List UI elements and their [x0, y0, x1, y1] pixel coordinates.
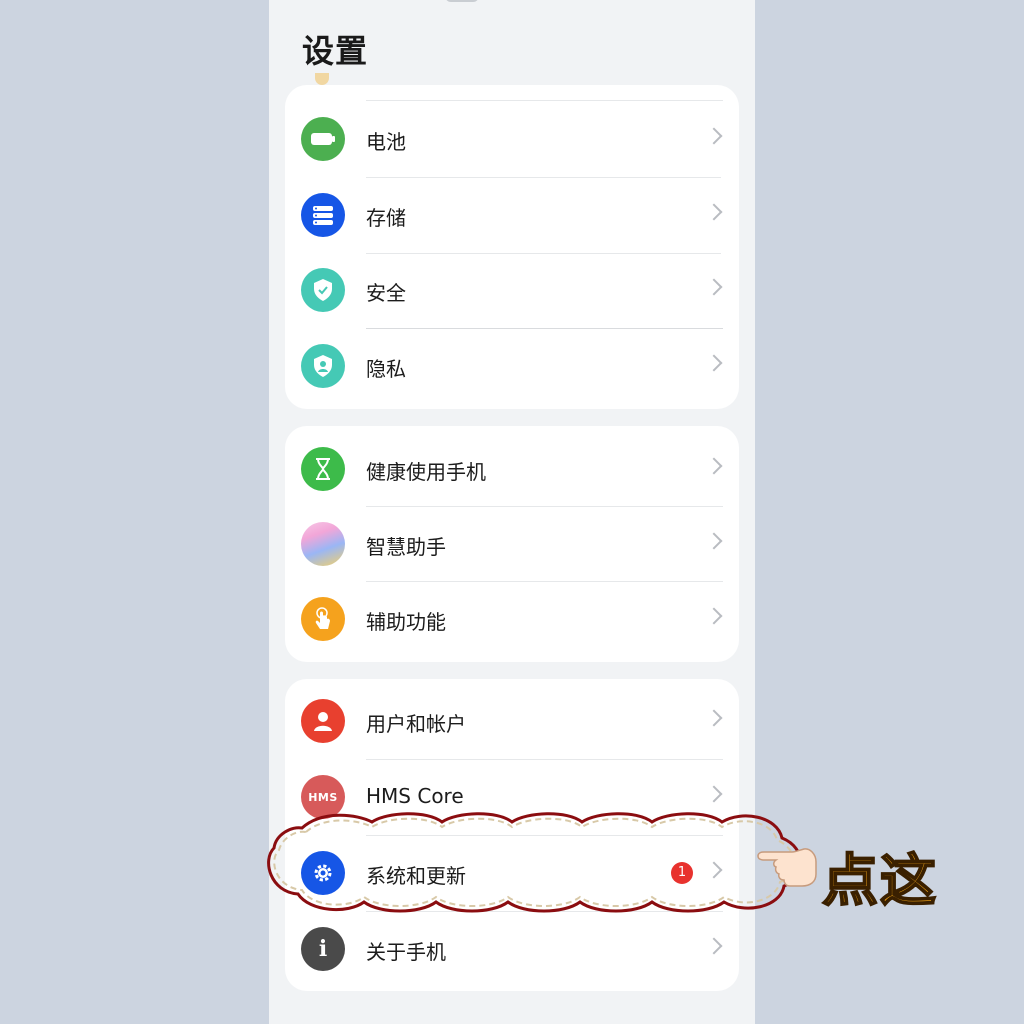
status-indicator — [445, 0, 479, 2]
annotation-label: 点这 — [821, 848, 938, 915]
settings-item-smart-assistant[interactable]: 智慧助手 — [285, 507, 739, 582]
hourglass-icon — [301, 447, 345, 491]
settings-item-security[interactable]: 安全 — [285, 253, 739, 328]
chevron-right-icon — [705, 937, 723, 955]
battery-icon — [301, 117, 345, 161]
info-icon: i — [301, 927, 345, 971]
pointing-hand-icon — [757, 848, 817, 887]
chevron-right-icon — [705, 127, 723, 145]
hand-tap-icon — [301, 597, 345, 641]
chevron-right-icon — [705, 354, 723, 372]
settings-item-label: 电池 — [366, 130, 406, 154]
settings-item-privacy[interactable]: 隐私 — [285, 329, 739, 404]
chevron-right-icon — [705, 709, 723, 727]
settings-item-label: 用户和帐户 — [366, 712, 466, 736]
hms-icon-text: HMS — [308, 790, 338, 804]
settings-item-digital-balance[interactable]: 健康使用手机 — [285, 432, 739, 507]
settings-item-accessibility[interactable]: 辅助功能 — [285, 582, 739, 657]
settings-item-label: 安全 — [366, 281, 406, 305]
privacy-shield-icon — [301, 344, 345, 388]
settings-item-storage[interactable]: 存储 — [285, 178, 739, 253]
settings-item-users-accounts[interactable]: 用户和帐户 — [285, 684, 739, 759]
chevron-right-icon — [705, 532, 723, 550]
chevron-right-icon — [705, 203, 723, 221]
settings-group-assist: 健康使用手机 智慧助手 辅助功能 — [285, 426, 739, 662]
chevron-right-icon — [705, 607, 723, 625]
divider — [366, 100, 723, 101]
page-title: 设置 — [302, 32, 369, 70]
chevron-right-icon — [705, 457, 723, 475]
highlight-cloud-outline — [267, 812, 803, 913]
storage-icon — [301, 193, 345, 237]
settings-item-about-phone[interactable]: i 关于手机 — [285, 912, 739, 987]
info-icon-text: i — [318, 936, 328, 962]
assistant-orb-icon — [301, 522, 345, 566]
partial-icon — [315, 73, 329, 85]
settings-item-label: 隐私 — [366, 357, 406, 381]
settings-item-label: 辅助功能 — [366, 610, 446, 634]
settings-item-label: 智慧助手 — [366, 535, 446, 559]
settings-group-device: 电池 存储 安全 隐私 — [285, 73, 739, 409]
user-icon — [301, 699, 345, 743]
settings-item-battery[interactable]: 电池 — [285, 102, 739, 177]
chevron-right-icon — [705, 278, 723, 296]
settings-item-label: 存储 — [366, 206, 406, 230]
settings-item-label: 健康使用手机 — [366, 460, 486, 484]
shield-check-icon — [301, 268, 345, 312]
chevron-right-icon — [705, 785, 723, 803]
settings-item-label: 关于手机 — [366, 940, 446, 964]
settings-item-label: HMS Core — [366, 784, 464, 808]
